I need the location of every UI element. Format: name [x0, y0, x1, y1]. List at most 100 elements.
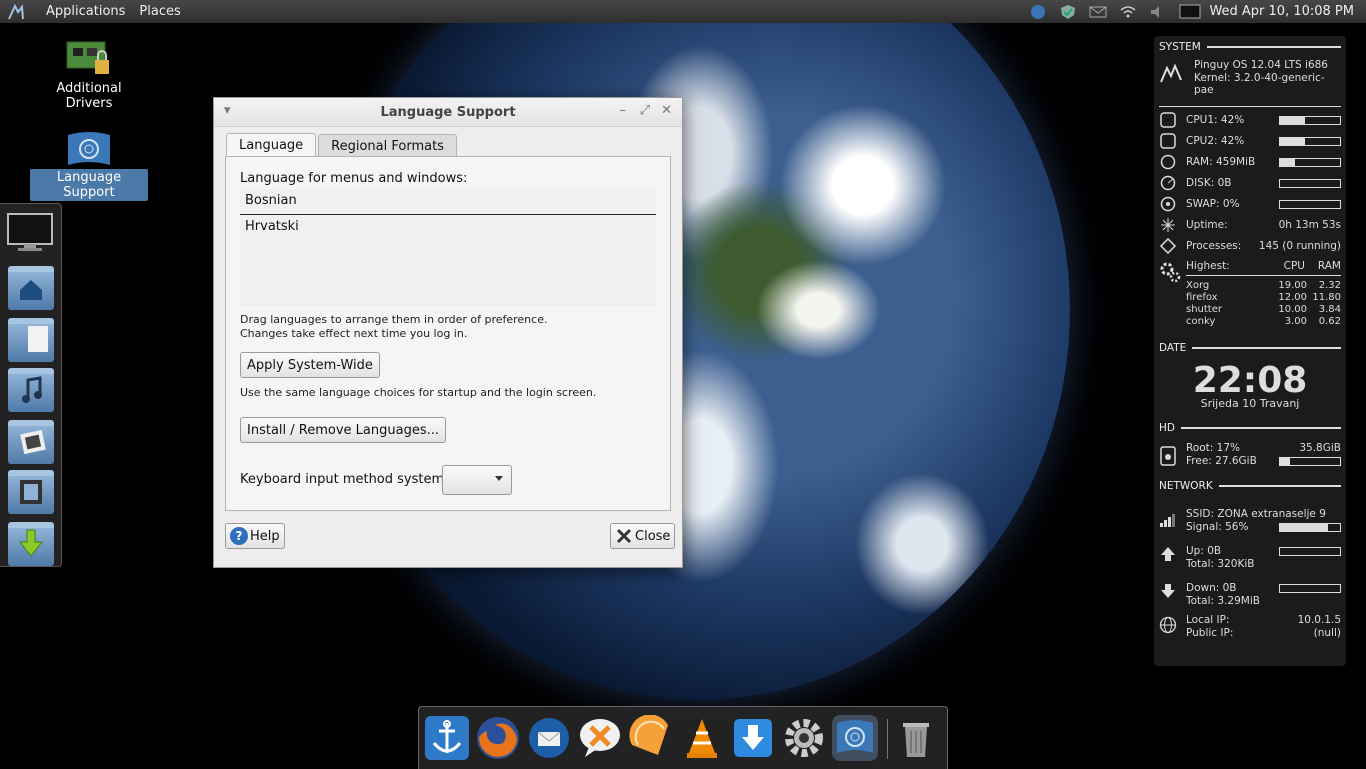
upload-total: Total: 320KiB: [1186, 558, 1255, 570]
cpu1-bar: [1279, 116, 1341, 125]
language-list[interactable]: Bosnian Hrvatski: [240, 189, 656, 306]
orange-slice-icon[interactable]: [628, 714, 674, 761]
thunderbird-icon[interactable]: [526, 715, 572, 761]
applications-menu[interactable]: Applications: [46, 4, 125, 19]
language-support-window: ▾ Language Support – ⤢ ✕ Language Region…: [213, 97, 683, 568]
network-globe-icon[interactable]: [1029, 4, 1047, 20]
close-button-label: Close: [635, 528, 671, 544]
cpu2-icon: [1159, 133, 1177, 149]
system-section-header: SYSTEM: [1159, 41, 1341, 53]
upload-arrow-icon: [1159, 546, 1177, 562]
upload-bar: [1279, 547, 1341, 556]
download-arrow-icon: [1159, 583, 1177, 599]
desktop-icon-label: Language Support: [30, 169, 148, 201]
top-process-row: conky 3.00 0.62: [1186, 316, 1341, 327]
disk-bar: [1279, 179, 1341, 188]
swap-bar: [1279, 200, 1341, 209]
driver-card-icon: [65, 36, 113, 80]
settings-icon[interactable]: [781, 715, 827, 761]
disk-icon: [1159, 175, 1177, 191]
desktop-icon-label: Additional Drivers: [56, 81, 122, 111]
root-bar: [1279, 457, 1341, 466]
top-process-row: Xorg 19.00 2.32: [1186, 280, 1341, 291]
hd-section-header: HD: [1159, 422, 1341, 434]
ssid: SSID: ZONA extranaselje 9: [1186, 508, 1326, 520]
firefox-icon[interactable]: [475, 715, 521, 761]
help-button-label: Help: [250, 528, 280, 544]
computer-icon[interactable]: [6, 212, 54, 252]
gears-icon: [1159, 261, 1181, 283]
panel-clock[interactable]: Wed Apr 10, 10:08 PM: [1209, 4, 1354, 19]
cpu2-bar: [1279, 137, 1341, 146]
home-folder-icon[interactable]: [8, 266, 54, 310]
apply-hint: Use the same language choices for startu…: [240, 386, 597, 399]
top-process-row: shutter 10.00 3.84: [1186, 304, 1341, 315]
root-usage: Root: 17% 35.8GiB: [1186, 442, 1341, 454]
language-list-label: Language for menus and windows:: [240, 171, 468, 186]
processes-icon: [1159, 237, 1177, 255]
changes-hint: Changes take effect next time you log in…: [240, 327, 468, 340]
chevron-down-icon: [495, 476, 503, 481]
desktop-icon-language-support[interactable]: Language Support: [30, 131, 148, 201]
globe-icon: [1159, 616, 1177, 634]
desktop-icon-additional-drivers[interactable]: Additional Drivers: [30, 36, 148, 112]
bottom-dock: [418, 706, 948, 769]
network-section-header: NETWORK: [1159, 480, 1341, 492]
keyboard-input-label: Keyboard input method system:: [240, 472, 449, 487]
videos-folder-icon[interactable]: [8, 470, 54, 514]
highest-header: Highest: CPU RAM: [1186, 260, 1341, 272]
download-total: Total: 3.29MiB: [1186, 595, 1260, 607]
ram-icon: [1159, 154, 1177, 170]
top-panel: Applications Places Wed Apr 10, 10:08 PM: [0, 0, 1366, 23]
help-button[interactable]: ? Help: [225, 523, 285, 549]
wifi-icon[interactable]: [1119, 4, 1137, 20]
swap-icon: [1159, 196, 1177, 212]
close-x-icon: [615, 527, 633, 545]
window-titlebar[interactable]: ▾ Language Support – ⤢ ✕: [214, 98, 682, 127]
volume-icon[interactable]: [1149, 4, 1167, 20]
documents-folder-icon[interactable]: [8, 318, 54, 362]
keyboard-input-method-select[interactable]: [442, 465, 512, 495]
apply-system-wide-button[interactable]: Apply System-Wide: [240, 352, 380, 378]
ram-bar: [1279, 158, 1341, 167]
conky-clock: 22:08: [1192, 360, 1308, 401]
conky-date: Srijeda 10 Travanj: [1200, 397, 1300, 410]
trash-icon[interactable]: [893, 715, 939, 761]
top-process-row: firefox 12.00 11.80: [1186, 292, 1341, 303]
close-icon[interactable]: ✕: [661, 103, 672, 118]
public-ip-row: Public IP: (null): [1186, 627, 1341, 639]
music-folder-icon[interactable]: [8, 368, 54, 412]
window-title: Language Support: [380, 105, 516, 120]
minimize-icon[interactable]: –: [620, 103, 627, 118]
vlc-icon[interactable]: [679, 715, 725, 761]
install-remove-languages-button[interactable]: Install / Remove Languages...: [240, 417, 446, 443]
signal-icon: [1159, 512, 1177, 528]
monitor-icon[interactable]: [1179, 4, 1201, 20]
language-support-icon[interactable]: [832, 715, 878, 761]
drag-hint: Drag languages to arrange them in order …: [240, 313, 548, 326]
local-ip-row: Local IP: 10.0.1.5: [1186, 614, 1341, 626]
signal-bar: [1279, 523, 1341, 532]
shield-icon[interactable]: [1059, 4, 1077, 20]
places-menu[interactable]: Places: [139, 4, 180, 19]
uptime-icon: [1159, 217, 1177, 233]
date-section-header: DATE: [1159, 342, 1341, 354]
pidgin-icon[interactable]: [577, 715, 623, 761]
kernel-version: Kernel: 3.2.0-40-generic-pae: [1194, 72, 1325, 96]
language-item-bosnian[interactable]: Bosnian: [240, 189, 656, 215]
maximize-icon[interactable]: ⤢: [640, 103, 650, 118]
pictures-folder-icon[interactable]: [8, 420, 54, 464]
close-button[interactable]: Close: [610, 523, 676, 549]
hard-disk-icon: [1159, 446, 1177, 466]
pinguy-logo-icon[interactable]: [6, 3, 26, 21]
mail-icon[interactable]: [1089, 4, 1107, 20]
downloads-folder-icon[interactable]: [8, 522, 54, 566]
download-icon[interactable]: [730, 715, 776, 761]
language-support-icon: [65, 131, 113, 169]
language-tab-panel: Language for menus and windows: Bosnian …: [225, 156, 671, 511]
os-name: Pinguy OS 12.04 LTS i686: [1194, 59, 1328, 71]
conky-monitor: SYSTEM Pinguy OS 12.04 LTS i686 Kernel: …: [1154, 36, 1346, 666]
language-item-hrvatski[interactable]: Hrvatski: [240, 215, 656, 240]
cpu1-icon: [1159, 112, 1177, 128]
anchor-icon[interactable]: [424, 715, 470, 761]
